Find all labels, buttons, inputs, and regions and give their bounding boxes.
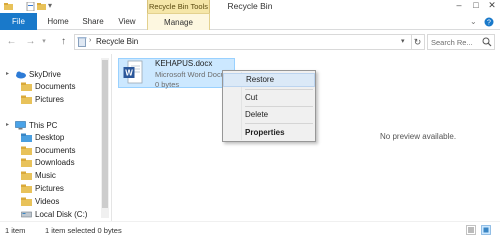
folder-icon [21,158,32,167]
maximize-button[interactable]: □ [468,0,484,12]
tab-file[interactable]: File [0,13,37,30]
breadcrumb-recycle-bin[interactable]: Recycle Bin [96,37,138,46]
nav-item-pictures[interactable]: Pictures [35,184,64,193]
nav-item-skydrive-pictures[interactable]: Pictures [35,95,64,104]
expand-arrow-icon[interactable]: ▸ [6,70,9,77]
address-dropdown-icon[interactable]: ▾ [401,37,405,45]
details-view-icon[interactable] [466,225,476,235]
file-size: 0 bytes [155,80,180,89]
menu-separator [245,123,313,124]
folder-icon [21,146,32,155]
folder-icon [21,184,32,193]
search-icon[interactable] [482,37,492,47]
nav-item-music[interactable]: Music [35,171,56,180]
tab-manage[interactable]: Manage [147,13,210,30]
nav-item-videos[interactable]: Videos [35,197,59,206]
drive-icon [21,211,32,218]
tab-share[interactable]: Share [78,13,108,30]
word-document-icon: W [123,60,143,84]
ribbon-tab-row [0,13,500,30]
nav-item-documents[interactable]: Documents [35,146,75,155]
menu-item-delete[interactable]: Delete [223,108,315,122]
nav-scrollbar-thumb[interactable] [102,60,108,208]
forward-button[interactable]: → [24,35,37,48]
pane-divider[interactable] [111,54,112,221]
breadcrumb-separator-icon[interactable]: › [89,37,91,44]
nav-item-skydrive-documents[interactable]: Documents [35,82,75,91]
back-button[interactable]: ← [5,35,18,48]
help-icon[interactable]: ? [484,17,494,27]
tab-view[interactable]: View [113,13,141,30]
menu-separator [245,106,313,107]
folder-icon [21,95,32,104]
folder-icon [21,197,32,206]
recycle-bin-icon [77,37,87,47]
expand-arrow-icon[interactable]: ▸ [6,121,9,128]
nav-item-local-disk[interactable]: Local Disk (C:) [35,210,87,219]
menu-item-cut[interactable]: Cut [223,91,315,105]
svg-text:?: ? [487,20,491,27]
nav-item-desktop[interactable]: Desktop [35,133,64,142]
preview-message: No preview available. [380,132,457,141]
nav-item-skydrive[interactable]: SkyDrive [29,70,61,79]
window-title: Recycle Bin [227,1,273,11]
nav-item-this-pc[interactable]: This PC [29,121,57,130]
large-icons-view-icon[interactable] [481,225,491,235]
svg-text:W: W [125,69,133,78]
refresh-button[interactable]: ↻ [411,34,425,50]
folder-icon [21,82,32,91]
up-button[interactable]: ↑ [57,35,70,48]
recent-locations-button[interactable]: ▾ [40,35,48,48]
menu-item-properties[interactable]: Properties [223,126,315,140]
menu-separator [245,89,313,90]
search-placeholder: Search Re... [431,38,473,47]
file-name: KEHAPUS.docx [155,59,213,68]
nav-item-downloads[interactable]: Downloads [35,158,75,167]
folder-icon [21,133,32,142]
menu-item-restore[interactable]: Restore [223,73,315,87]
cloud-icon [16,71,26,79]
computer-icon [15,121,26,130]
folder-icon [21,171,32,180]
close-button[interactable]: ✕ [484,0,500,12]
tab-home[interactable]: Home [42,13,74,30]
selection-status: 1 item selected 0 bytes [45,226,122,235]
expand-ribbon-icon[interactable]: ⌄ [470,17,477,26]
item-count: 1 item [5,226,26,235]
minimize-button[interactable]: – [451,0,467,12]
